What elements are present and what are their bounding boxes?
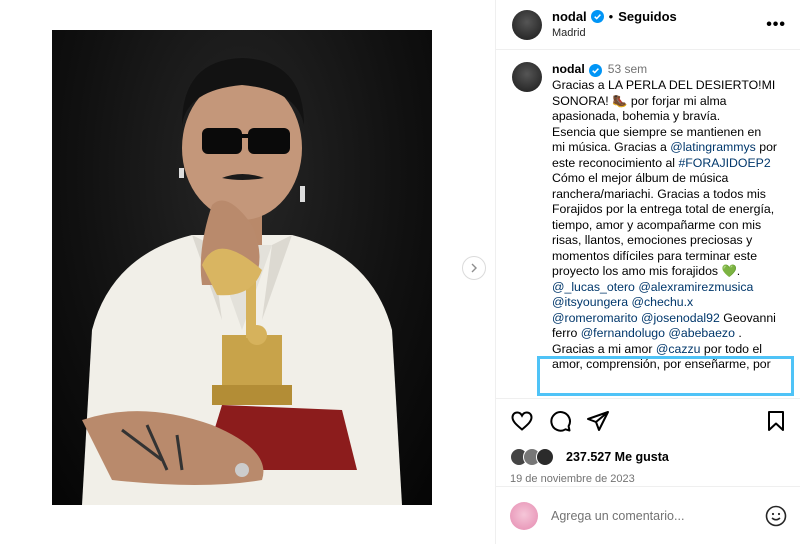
mention-link[interactable]: @abebaezo — [668, 326, 735, 340]
portrait-illustration — [82, 58, 402, 505]
caption-line: momentos difíciles para terminar este — [552, 249, 777, 265]
caption-line: SONORA! 🥾 por forjar mi alma — [552, 94, 777, 110]
post-header: nodal • Seguidos Madrid ••• — [496, 0, 800, 50]
mention-link[interactable]: @josenodal92 — [641, 311, 720, 325]
caption-text-segment: Cómo el mejor álbum de música — [552, 171, 729, 185]
username[interactable]: nodal — [552, 9, 587, 25]
caption-body: nodal 53 sem Gracias a LA PERLA DEL DESI… — [552, 62, 777, 373]
caption-line: ranchera/mariachi. Gracias a todos mis — [552, 187, 777, 203]
post-media — [0, 0, 495, 544]
post-time[interactable]: 53 sem — [608, 62, 647, 78]
liker-avatar[interactable] — [536, 448, 554, 466]
mention-link[interactable]: #FORAJIDOEP2 — [678, 156, 770, 170]
caption-line: Cómo el mejor álbum de música — [552, 171, 777, 187]
mention-link[interactable]: @cazzu — [656, 342, 701, 356]
share-icon[interactable] — [586, 409, 610, 433]
post-panel: nodal • Seguidos Madrid ••• nodal 53 sem… — [495, 0, 800, 544]
caption-line: risas, llantos, emociones preciosas y — [552, 233, 777, 249]
caption-avatar[interactable] — [512, 62, 542, 92]
verified-badge-icon — [590, 10, 604, 23]
caption-line: Gracias a LA PERLA DEL DESIERTO!MI — [552, 78, 777, 94]
caption-line: este reconocimiento al #FORAJIDOEP2 — [552, 156, 777, 172]
caption-line: proyecto los amo mis forajidos 💚. — [552, 264, 777, 280]
caption-text-segment: amor, comprensión, por enseñarme, por — [552, 357, 771, 371]
caption-line: @romeromarito @josenodal92 Geovanni — [552, 311, 777, 327]
comment-icon[interactable] — [548, 409, 572, 433]
caption-line: @_lucas_otero @alexramirezmusica — [552, 280, 777, 296]
likes-count[interactable]: 237.527 Me gusta — [566, 450, 669, 464]
caption-line: tiempo, amor y acompañarme con mis — [552, 218, 777, 234]
caption-text-segment: momentos difíciles para terminar este — [552, 248, 758, 263]
caption-text-segment: Gracias a LA PERLA DEL DESIERTO!MI — [552, 78, 776, 92]
location-link[interactable]: Madrid — [552, 25, 766, 41]
caption-area: nodal 53 sem Gracias a LA PERLA DEL DESI… — [496, 50, 800, 398]
caption-text-segment: . — [734, 326, 742, 340]
mention-link[interactable]: @latingrammys — [670, 140, 756, 154]
caption-text-segment: por todo el — [700, 341, 763, 356]
caption-text-segment: SONORA! 🥾 por forjar mi alma — [552, 93, 727, 108]
caption-text: Gracias a LA PERLA DEL DESIERTO!MI SONORA… — [552, 78, 777, 373]
caption-text-segment: ferro — [552, 326, 581, 340]
caption-text-segment: Gracias a mi amor — [552, 341, 656, 356]
mention-link[interactable]: @chechu.x — [631, 295, 693, 309]
caption-line: mi música. Gracias a @latingrammys por — [552, 140, 777, 156]
avatar[interactable] — [512, 9, 542, 40]
likes-row: 237.527 Me gusta — [510, 447, 787, 467]
caption-text-segment: risas, llantos, emociones preciosas y — [552, 233, 753, 247]
chevron-right-icon — [471, 263, 477, 273]
caption-text-segment: proyecto los amo mis forajidos 💚. — [552, 264, 741, 278]
liker-avatars — [510, 448, 562, 466]
comment-input[interactable] — [551, 508, 765, 523]
caption: nodal 53 sem Gracias a LA PERLA DEL DESI… — [512, 62, 787, 373]
caption-line: Gracias a mi amor @cazzu por todo el — [552, 342, 777, 358]
follow-status-button[interactable]: Seguidos — [618, 9, 677, 25]
caption-username[interactable]: nodal — [552, 62, 585, 78]
caption-text-segment: tiempo, amor y acompañarme con mis — [552, 217, 762, 232]
verified-badge-icon — [588, 63, 602, 77]
caption-text-segment: Forajidos por la entrega total de energí… — [552, 202, 775, 216]
separator-dot: • — [608, 8, 614, 24]
emoji-icon[interactable] — [765, 505, 787, 527]
caption-line: ferro @fernandolugo @abebaezo . — [552, 326, 777, 342]
action-section: 237.527 Me gusta 19 de noviembre de 2023 — [496, 398, 800, 485]
post-photo[interactable] — [52, 30, 432, 505]
caption-line: Esencia que siempre se mantienen en — [552, 125, 777, 141]
bookmark-icon[interactable] — [765, 410, 787, 432]
caption-text-segment: apasionada, bohemia y bravía. — [552, 109, 721, 123]
post-date[interactable]: 19 de noviembre de 2023 — [510, 473, 787, 485]
action-bar — [510, 409, 787, 433]
more-options-icon[interactable]: ••• — [766, 16, 786, 34]
caption-text-segment: este reconocimiento al — [552, 155, 679, 170]
caption-text-segment: ranchera/mariachi. Gracias a todos mis — [552, 186, 766, 201]
caption-line: @itsyoungera @chechu.x — [552, 295, 777, 311]
header-text: nodal • Seguidos Madrid — [552, 9, 766, 41]
mention-link[interactable]: @romeromarito — [552, 311, 638, 325]
caption-text-segment: por — [755, 140, 778, 154]
heart-icon[interactable] — [510, 409, 534, 433]
caption-text-segment: mi música. Gracias a — [552, 140, 671, 154]
mention-link[interactable]: @alexramirezmusica — [638, 280, 753, 294]
caption-line: amor, comprensión, por enseñarme, por — [552, 357, 777, 373]
mention-link[interactable]: @_lucas_otero — [552, 280, 635, 294]
caption-line: Forajidos por la entrega total de energí… — [552, 202, 777, 218]
caption-text-segment: Geovanni — [719, 310, 776, 325]
current-user-avatar — [510, 501, 538, 530]
next-photo-button[interactable] — [462, 256, 486, 280]
mention-link[interactable]: @itsyoungera — [552, 295, 628, 309]
mention-link[interactable]: @fernandolugo — [581, 326, 665, 340]
caption-text-segment: Esencia que siempre se mantienen en — [552, 124, 762, 139]
caption-line: apasionada, bohemia y bravía. — [552, 109, 777, 125]
comment-bar — [496, 486, 800, 544]
